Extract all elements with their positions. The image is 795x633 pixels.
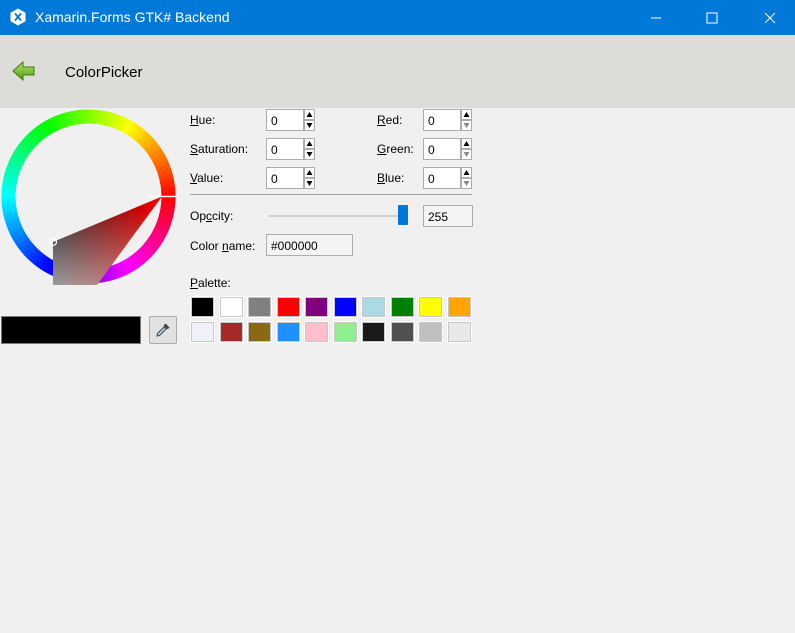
value-input[interactable]: 0: [266, 167, 304, 189]
eyedropper-button[interactable]: [149, 316, 177, 344]
value-spin-arrows[interactable]: [304, 167, 315, 189]
color-name-label: Color name:: [190, 239, 256, 253]
palette-swatch[interactable]: [190, 321, 215, 343]
saturation-spinner[interactable]: 0: [266, 138, 315, 160]
opacity-input[interactable]: 255: [423, 205, 473, 227]
palette-grid: [190, 296, 473, 344]
eyedropper-icon: [156, 323, 170, 337]
hsv-color-wheel[interactable]: [0, 108, 177, 285]
back-arrow-icon[interactable]: [12, 61, 36, 81]
hue-input[interactable]: 0: [266, 109, 304, 131]
palette-swatch[interactable]: [218, 296, 244, 318]
palette-swatch[interactable]: [190, 296, 215, 318]
blue-spin-arrows[interactable]: [461, 167, 472, 189]
palette-swatch[interactable]: [275, 321, 301, 343]
red-spinner[interactable]: 0: [423, 109, 472, 131]
palette-swatch[interactable]: [361, 321, 386, 343]
red-label: Red:: [377, 113, 403, 127]
page-title: ColorPicker: [65, 64, 143, 81]
separator: [190, 194, 472, 195]
minimize-button[interactable]: [627, 0, 685, 35]
palette-swatch[interactable]: [304, 321, 329, 343]
saturation-label: Saturation:: [190, 142, 249, 156]
opacity-label: Opccity:: [190, 209, 234, 223]
red-spin-arrows[interactable]: [461, 109, 472, 131]
palette-swatch[interactable]: [332, 296, 358, 318]
blue-input[interactable]: 0: [423, 167, 461, 189]
current-color-preview: [1, 316, 141, 344]
red-input[interactable]: 0: [423, 109, 461, 131]
minimize-icon: [651, 17, 661, 18]
palette-swatch[interactable]: [361, 296, 386, 318]
palette-swatch[interactable]: [332, 321, 358, 343]
color-name-input[interactable]: #000000: [266, 234, 353, 256]
blue-label: Blue:: [377, 171, 405, 185]
palette-swatch[interactable]: [247, 296, 272, 318]
palette-swatch[interactable]: [304, 296, 329, 318]
window-title: Xamarin.Forms GTK# Backend: [35, 9, 230, 25]
xamarin-app-icon: [10, 8, 26, 26]
palette-swatch[interactable]: [446, 296, 472, 318]
value-label: Value:: [190, 171, 224, 185]
hue-label: Hue:: [190, 113, 216, 127]
hue-spin-arrows[interactable]: [304, 109, 315, 131]
green-spin-arrows[interactable]: [461, 138, 472, 160]
green-spinner[interactable]: 0: [423, 138, 472, 160]
green-input[interactable]: 0: [423, 138, 461, 160]
maximize-button[interactable]: [683, 0, 741, 35]
saturation-input[interactable]: 0: [266, 138, 304, 160]
close-icon: [764, 12, 776, 23]
navigation-bar: ColorPicker: [0, 35, 795, 108]
blue-spinner[interactable]: 0: [423, 167, 472, 189]
close-button[interactable]: [741, 0, 795, 35]
palette-swatch[interactable]: [218, 321, 244, 343]
value-spinner[interactable]: 0: [266, 167, 315, 189]
maximize-icon: [706, 12, 718, 23]
palette-swatch[interactable]: [418, 296, 443, 318]
hue-spinner[interactable]: 0: [266, 109, 315, 131]
title-bar: Xamarin.Forms GTK# Backend: [0, 0, 795, 35]
green-label: Green:: [377, 142, 414, 156]
palette-swatch[interactable]: [247, 321, 272, 343]
palette-label: Palette:: [190, 276, 231, 290]
palette-swatch[interactable]: [389, 321, 415, 343]
saturation-spin-arrows[interactable]: [304, 138, 315, 160]
opacity-slider-track[interactable]: [269, 215, 407, 217]
palette-swatch[interactable]: [446, 321, 472, 343]
palette-swatch[interactable]: [275, 296, 301, 318]
opacity-slider-thumb[interactable]: [398, 205, 408, 225]
palette-swatch[interactable]: [418, 321, 443, 343]
palette-swatch[interactable]: [389, 296, 415, 318]
